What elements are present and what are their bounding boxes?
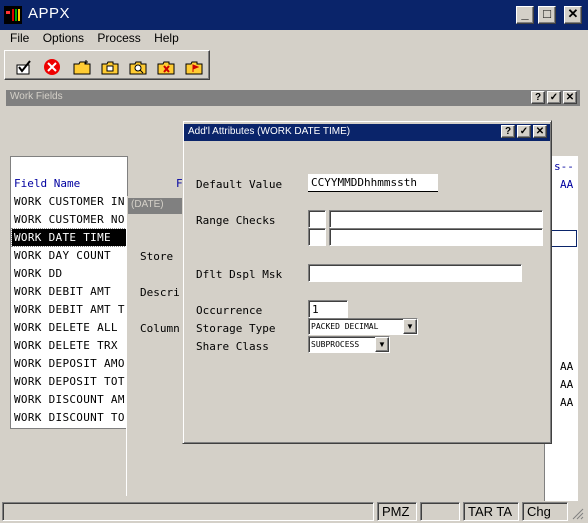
- column-label: Column: [140, 322, 180, 335]
- menu-help[interactable]: Help: [149, 31, 184, 46]
- share-class-select[interactable]: SUBPROCESS ▼: [308, 336, 390, 353]
- default-value-label: Default Value: [196, 178, 283, 191]
- status-segment-blank: [420, 502, 460, 521]
- checkmark-edit-icon: [16, 60, 31, 75]
- toolbar-button-delete[interactable]: [155, 56, 177, 78]
- close-button[interactable]: ✕: [564, 6, 582, 24]
- detail-panel: [126, 196, 186, 496]
- toolbar-button-search[interactable]: [127, 56, 149, 78]
- resize-grip-icon[interactable]: [570, 506, 584, 520]
- table-row[interactable]: WORK CUSTOMER NO: [12, 211, 126, 228]
- table-row[interactable]: WORK DEPOSIT AMO: [12, 355, 126, 372]
- work-fields-close-button[interactable]: ✕: [563, 91, 577, 104]
- table-row[interactable]: WORK DAY COUNT: [12, 247, 126, 264]
- app-title: APPX: [28, 5, 71, 22]
- folder-delete-icon: [157, 61, 175, 75]
- status-segment-chg: Chg: [522, 502, 568, 521]
- toolbar-button-open[interactable]: [99, 56, 121, 78]
- table-row-selected[interactable]: WORK DATE TIME: [11, 228, 127, 247]
- dflt-dspl-msk-field[interactable]: [308, 264, 522, 282]
- table-row[interactable]: WORK DISCOUNT AM: [12, 391, 126, 408]
- description-label: Descri: [140, 286, 180, 299]
- range-from-field[interactable]: [329, 210, 543, 228]
- aa-value: AA: [560, 396, 574, 409]
- dialog-title: Add'l Attributes (WORK DATE TIME): [188, 126, 351, 137]
- folder-new-icon: [73, 60, 91, 75]
- status-segment-pmz: PMZ: [377, 502, 417, 521]
- menu-file[interactable]: File: [5, 31, 34, 46]
- addl-attributes-dialog: [182, 120, 552, 444]
- work-fields-title: Work Fields: [10, 91, 63, 102]
- table-row[interactable]: WORK DEPOSIT TOT: [12, 373, 126, 390]
- dialog-ok-button[interactable]: ✓: [517, 125, 531, 138]
- storage-type-label: Storage Type: [196, 322, 276, 335]
- appx-logo-icon: [4, 6, 22, 24]
- toolbar-button-cancel[interactable]: [41, 56, 63, 78]
- range-checks-label: Range Checks: [196, 214, 276, 227]
- chevron-down-icon[interactable]: ▼: [375, 337, 389, 352]
- toolbar: [4, 50, 210, 80]
- occurrence-field[interactable]: 1: [308, 300, 348, 318]
- detail-panel-title: (DATE): [128, 198, 186, 214]
- table-row[interactable]: WORK DELETE ALL: [12, 319, 126, 336]
- work-fields-help-button[interactable]: ?: [531, 91, 545, 104]
- app-titlebar: APPX _ □ ✕: [0, 0, 588, 30]
- dflt-dspl-msk-label: Dflt Dspl Msk: [196, 268, 283, 281]
- store-label: Store: [140, 250, 174, 263]
- range-to-field[interactable]: [329, 228, 543, 246]
- table-row[interactable]: WORK DEBIT AMT: [12, 283, 126, 300]
- status-segment-tar: TAR TA: [463, 502, 519, 521]
- share-class-label: Share Class: [196, 340, 269, 353]
- toolbar-button-flag[interactable]: [183, 56, 205, 78]
- work-fields-titlebar: Work Fields ? ✓ ✕: [6, 90, 580, 106]
- folder-flag-icon: [185, 61, 203, 75]
- field-name-header: Field Name: [14, 177, 81, 190]
- status-segment-empty: [2, 502, 374, 521]
- toolbar-button-new[interactable]: [71, 56, 93, 78]
- cancel-icon: [44, 59, 60, 75]
- work-fields-ok-button[interactable]: ✓: [547, 91, 561, 104]
- dialog-help-button[interactable]: ?: [501, 125, 515, 138]
- occurrence-label: Occurrence: [196, 304, 263, 317]
- dialog-titlebar: Add'l Attributes (WORK DATE TIME) ? ✓ ✕: [184, 124, 550, 141]
- table-row[interactable]: WORK DEBIT AMT T: [12, 301, 126, 318]
- folder-open-icon: [101, 61, 119, 75]
- storage-type-select[interactable]: PACKED DECIMAL ▼: [308, 318, 418, 335]
- aa-value: AA: [560, 378, 574, 391]
- chevron-down-icon[interactable]: ▼: [403, 319, 417, 334]
- toolbar-button-checkmark[interactable]: [13, 56, 35, 78]
- table-row[interactable]: WORK CUSTOMER IN: [12, 193, 126, 210]
- maximize-button[interactable]: □: [538, 6, 556, 24]
- range-checks-checkbox-1[interactable]: [308, 210, 326, 228]
- aa-header: AA: [560, 178, 574, 191]
- table-row[interactable]: WORK DD: [12, 265, 126, 282]
- range-checks-checkbox-2[interactable]: [308, 228, 326, 246]
- status-bar: PMZ TAR TA Chg: [0, 500, 588, 523]
- folder-search-icon: [129, 61, 147, 75]
- minimize-button[interactable]: _: [516, 6, 534, 24]
- menu-bar: File Options Process Help: [0, 30, 588, 48]
- right-header: s--: [554, 160, 574, 173]
- dialog-close-button[interactable]: ✕: [533, 125, 547, 138]
- table-row[interactable]: WORK DELETE TRX: [12, 337, 126, 354]
- aa-value: AA: [560, 360, 574, 373]
- menu-process[interactable]: Process: [92, 31, 145, 46]
- default-value-field[interactable]: CCYYMMDDhhmmssth: [308, 174, 438, 192]
- menu-options[interactable]: Options: [38, 31, 89, 46]
- table-row[interactable]: WORK DISCOUNT TO: [12, 409, 126, 426]
